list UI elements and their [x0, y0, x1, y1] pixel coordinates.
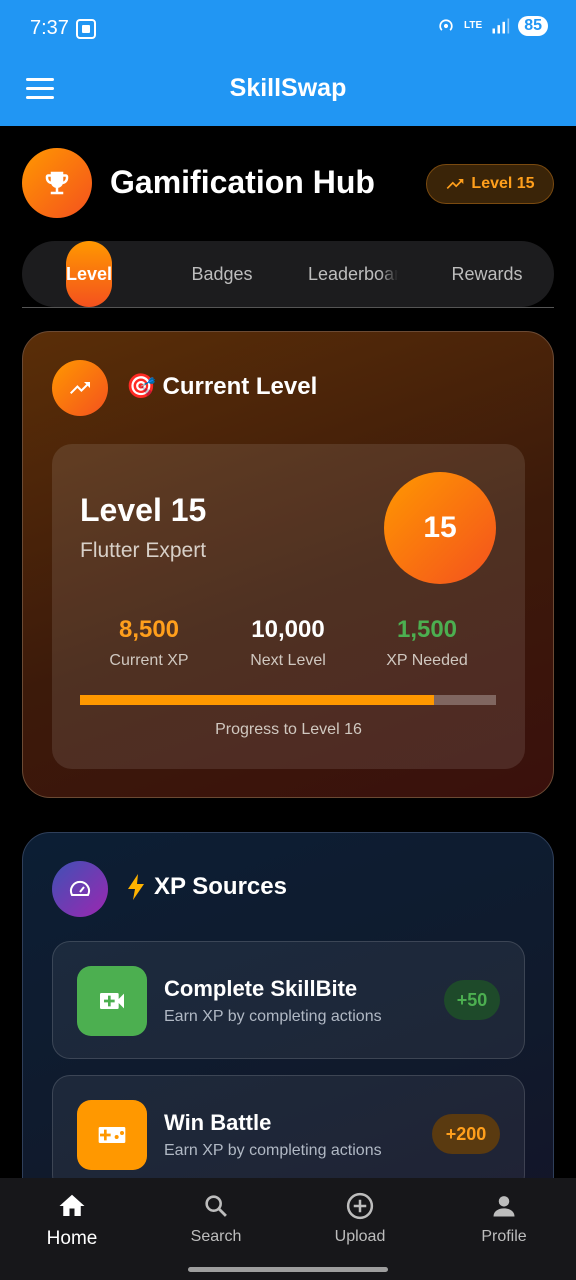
xp-source-item[interactable]: Complete SkillBite Earn XP by completing… [52, 941, 525, 1059]
level-chip-label: Level 15 [471, 175, 535, 192]
screenshot-icon [76, 19, 96, 39]
nav-label: Search [190, 1228, 242, 1245]
tab-rewards[interactable]: Rewards [442, 241, 532, 307]
app-bar: SkillSwap [0, 58, 576, 126]
trending-up-icon [447, 179, 464, 189]
stat-label: Next Level [250, 652, 326, 669]
stat-next-level: 10,000 Next Level [218, 616, 358, 670]
home-indicator [188, 1267, 388, 1272]
stat-value: 1,500 [396, 616, 458, 643]
level-panel: Level 15 Flutter Expert 15 8,500 Current… [52, 444, 525, 769]
tab-leaderboard[interactable]: Leaderboard [308, 241, 398, 307]
level-progress-fill [80, 695, 434, 705]
video-call-icon [77, 966, 147, 1036]
gamepad-icon [77, 1100, 147, 1170]
nav-label: Home [46, 1228, 98, 1249]
level-name: Level 15 [80, 492, 207, 528]
signal-icon [492, 18, 510, 34]
xp-source-title: Win Battle [164, 1110, 272, 1135]
add-circle-icon [300, 1188, 420, 1224]
page-title: Gamification Hub [110, 164, 375, 200]
home-icon [12, 1188, 132, 1224]
nav-label: Upload [334, 1228, 386, 1245]
level-subtitle: Flutter Expert [80, 539, 207, 562]
stat-label: Current XP [109, 652, 189, 669]
stat-xp-needed: 1,500 XP Needed [357, 616, 497, 670]
status-time: 7:37 [30, 17, 69, 39]
nav-label: Profile [481, 1228, 527, 1245]
lightning-icon [128, 874, 144, 900]
hotspot-icon [439, 19, 453, 31]
level-chip: Level 15 [426, 164, 554, 204]
xp-source-subtitle: Earn XP by completing actions [164, 1142, 382, 1159]
level-progress-bar [80, 695, 496, 705]
app-title: SkillSwap [229, 74, 347, 102]
progress-label: Progress to Level 16 [215, 721, 362, 738]
nav-home[interactable]: Home [12, 1188, 132, 1250]
xp-source-title: Complete SkillBite [164, 976, 358, 1001]
level-badge: 15 [384, 472, 496, 584]
bottom-nav: Home Search Upload Profile [0, 1178, 576, 1280]
person-icon [444, 1188, 564, 1224]
stat-value: 8,500 [118, 616, 180, 643]
status-icons: LTE 85 [436, 16, 548, 36]
stat-current-xp: 8,500 Current XP [79, 616, 219, 670]
tabs-divider [22, 307, 554, 308]
tab-badges[interactable]: Badges [172, 241, 272, 307]
current-level-title: 🎯 Current Level [126, 373, 318, 400]
search-icon [156, 1188, 276, 1224]
nav-profile[interactable]: Profile [444, 1188, 564, 1246]
status-bar: 7:37 LTE 85 [0, 0, 576, 58]
battery-level: 85 [518, 16, 548, 36]
xp-sources-title: XP Sources [126, 873, 287, 901]
stat-value: 10,000 [251, 616, 325, 643]
speedometer-icon [52, 861, 108, 917]
xp-points-badge: +200 [432, 1114, 500, 1154]
network-type: LTE [464, 20, 483, 31]
tab-level[interactable]: Level [66, 241, 112, 307]
xp-source-subtitle: Earn XP by completing actions [164, 1008, 382, 1025]
current-level-card: 🎯 Current Level Level 15 Flutter Expert … [22, 331, 554, 798]
nav-upload[interactable]: Upload [300, 1188, 420, 1246]
xp-points-badge: +50 [444, 980, 500, 1020]
stat-label: XP Needed [386, 652, 468, 669]
nav-search[interactable]: Search [156, 1188, 276, 1246]
tab-bar: Level Badges Leaderboard Rewards [22, 241, 554, 307]
trophy-icon [22, 148, 92, 218]
xp-source-item[interactable]: Win Battle Earn XP by completing actions… [52, 1075, 525, 1193]
xp-sources-title-text: XP Sources [154, 873, 287, 900]
trending-up-icon [52, 360, 108, 416]
